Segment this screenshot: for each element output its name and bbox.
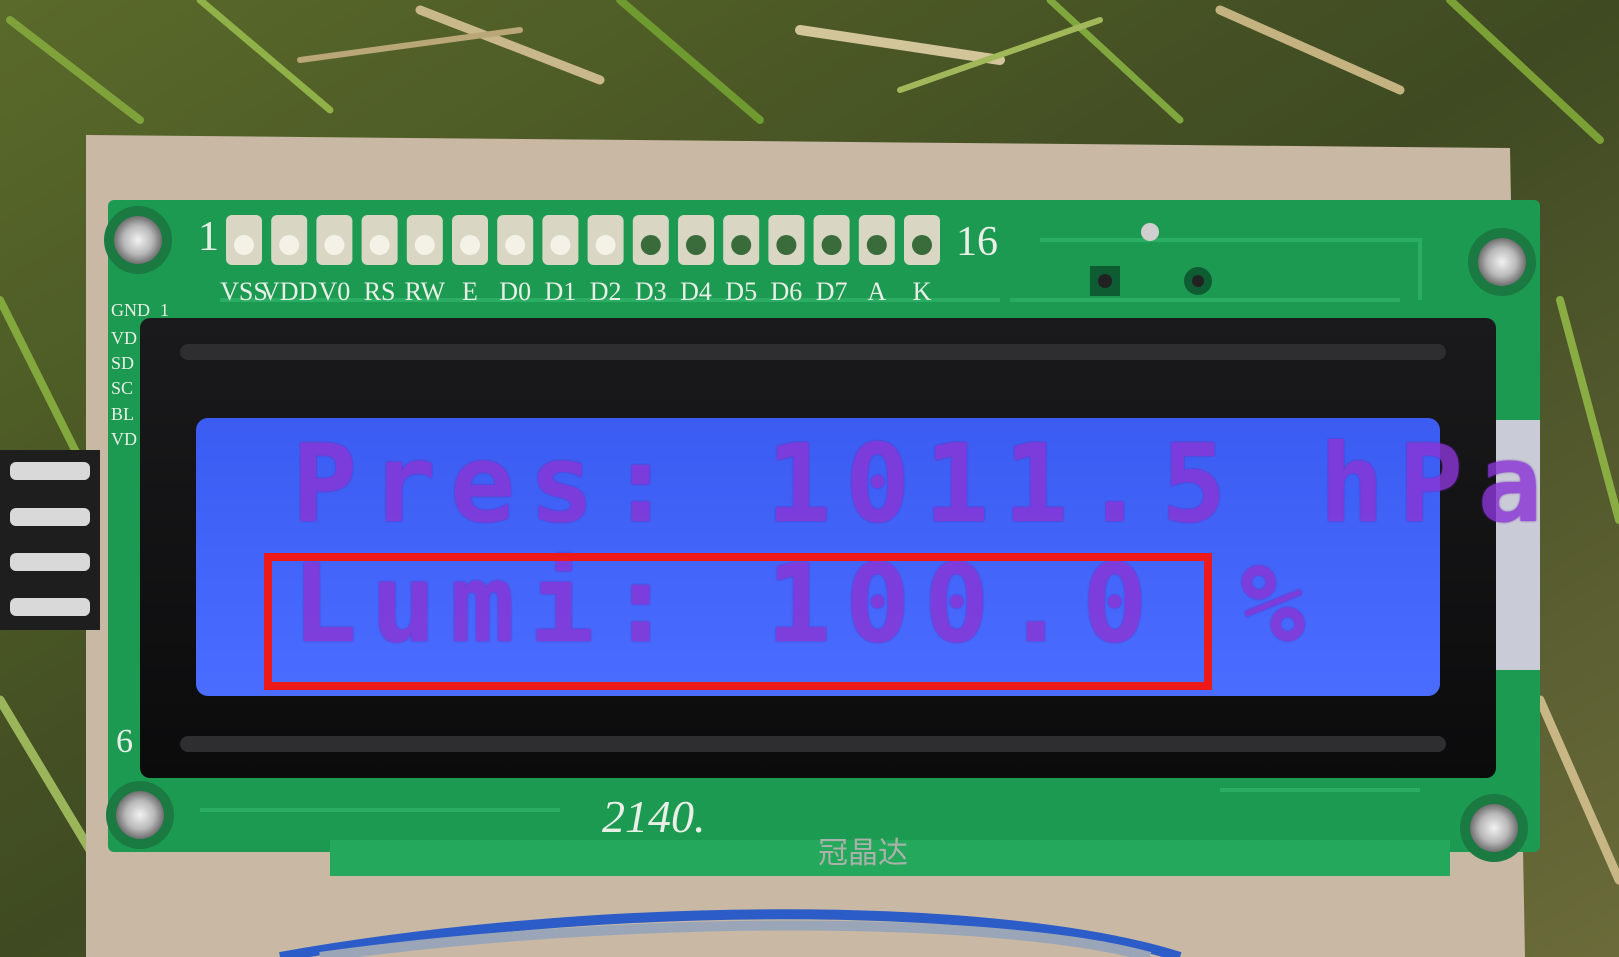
- header-pad-hole: [550, 235, 571, 255]
- header-pad-hole: [686, 235, 706, 255]
- side-label: 1: [160, 300, 169, 320]
- pin-label: RW: [405, 277, 446, 306]
- pin-number-first: 1: [198, 214, 219, 260]
- side-label: SC: [111, 378, 133, 398]
- pin-label: D4: [680, 277, 712, 306]
- pin-label: E: [462, 277, 478, 306]
- side-pin-number: 6: [116, 723, 133, 760]
- header-pad-hole: [460, 235, 480, 255]
- side-label: GND: [111, 300, 150, 320]
- header-pad-hole: [414, 235, 435, 255]
- pin-label: D2: [590, 277, 622, 306]
- side-label: VD: [111, 328, 137, 348]
- pin-label: A: [867, 277, 886, 306]
- lcd-line-pressure: Pres: 1011.5 hPa: [292, 422, 1557, 547]
- pcb-brand-mark: 冠晶达: [818, 836, 908, 871]
- header-pad-hole: [866, 235, 887, 255]
- header-pad-hole: [731, 235, 752, 255]
- pin-label: D5: [725, 277, 757, 306]
- header-pad-hole: [369, 235, 390, 255]
- pin-labels: VSSVDD V0 RS RW E D0 D1 D2 D3 D4 D5 D6 D7 A K: [220, 277, 931, 306]
- pin-label: V0: [319, 277, 351, 306]
- pin-label: RS: [364, 277, 396, 306]
- lcd-bezel-groove-top: [180, 344, 1446, 360]
- pin-label: D6: [771, 277, 803, 306]
- pin-label: D0: [499, 277, 531, 306]
- screw-bottom-right: [1460, 794, 1528, 862]
- pin-number-last: 16: [956, 219, 998, 265]
- header-pad-hole: [324, 235, 345, 255]
- screw-bottom-left: [106, 781, 174, 849]
- header-pad-hole: [234, 235, 254, 255]
- header-pad-hole: [821, 235, 842, 255]
- header-pad-hole: [595, 235, 616, 255]
- screw-top-left: [104, 206, 172, 274]
- header-pad-hole: [776, 235, 797, 255]
- side-label: SD: [111, 353, 134, 373]
- header-pad-hole: [505, 235, 526, 255]
- pin-label: D3: [635, 277, 667, 306]
- lcd-bezel-groove-bottom: [180, 736, 1446, 752]
- header-pad-hole: [912, 235, 932, 255]
- side-label: VD: [111, 429, 137, 449]
- pin-label: D7: [816, 277, 848, 306]
- highlight-box: [264, 553, 1212, 690]
- pcb-silk-code: 2140.: [602, 791, 706, 842]
- header-pad-hole: [640, 235, 661, 255]
- side-label: BL: [111, 404, 134, 424]
- pin-label: K: [913, 277, 932, 306]
- pin-label: VDD: [261, 277, 317, 306]
- pin-label: D1: [545, 277, 577, 306]
- screw-top-right: [1468, 228, 1536, 296]
- header-pad-hole: [279, 235, 300, 255]
